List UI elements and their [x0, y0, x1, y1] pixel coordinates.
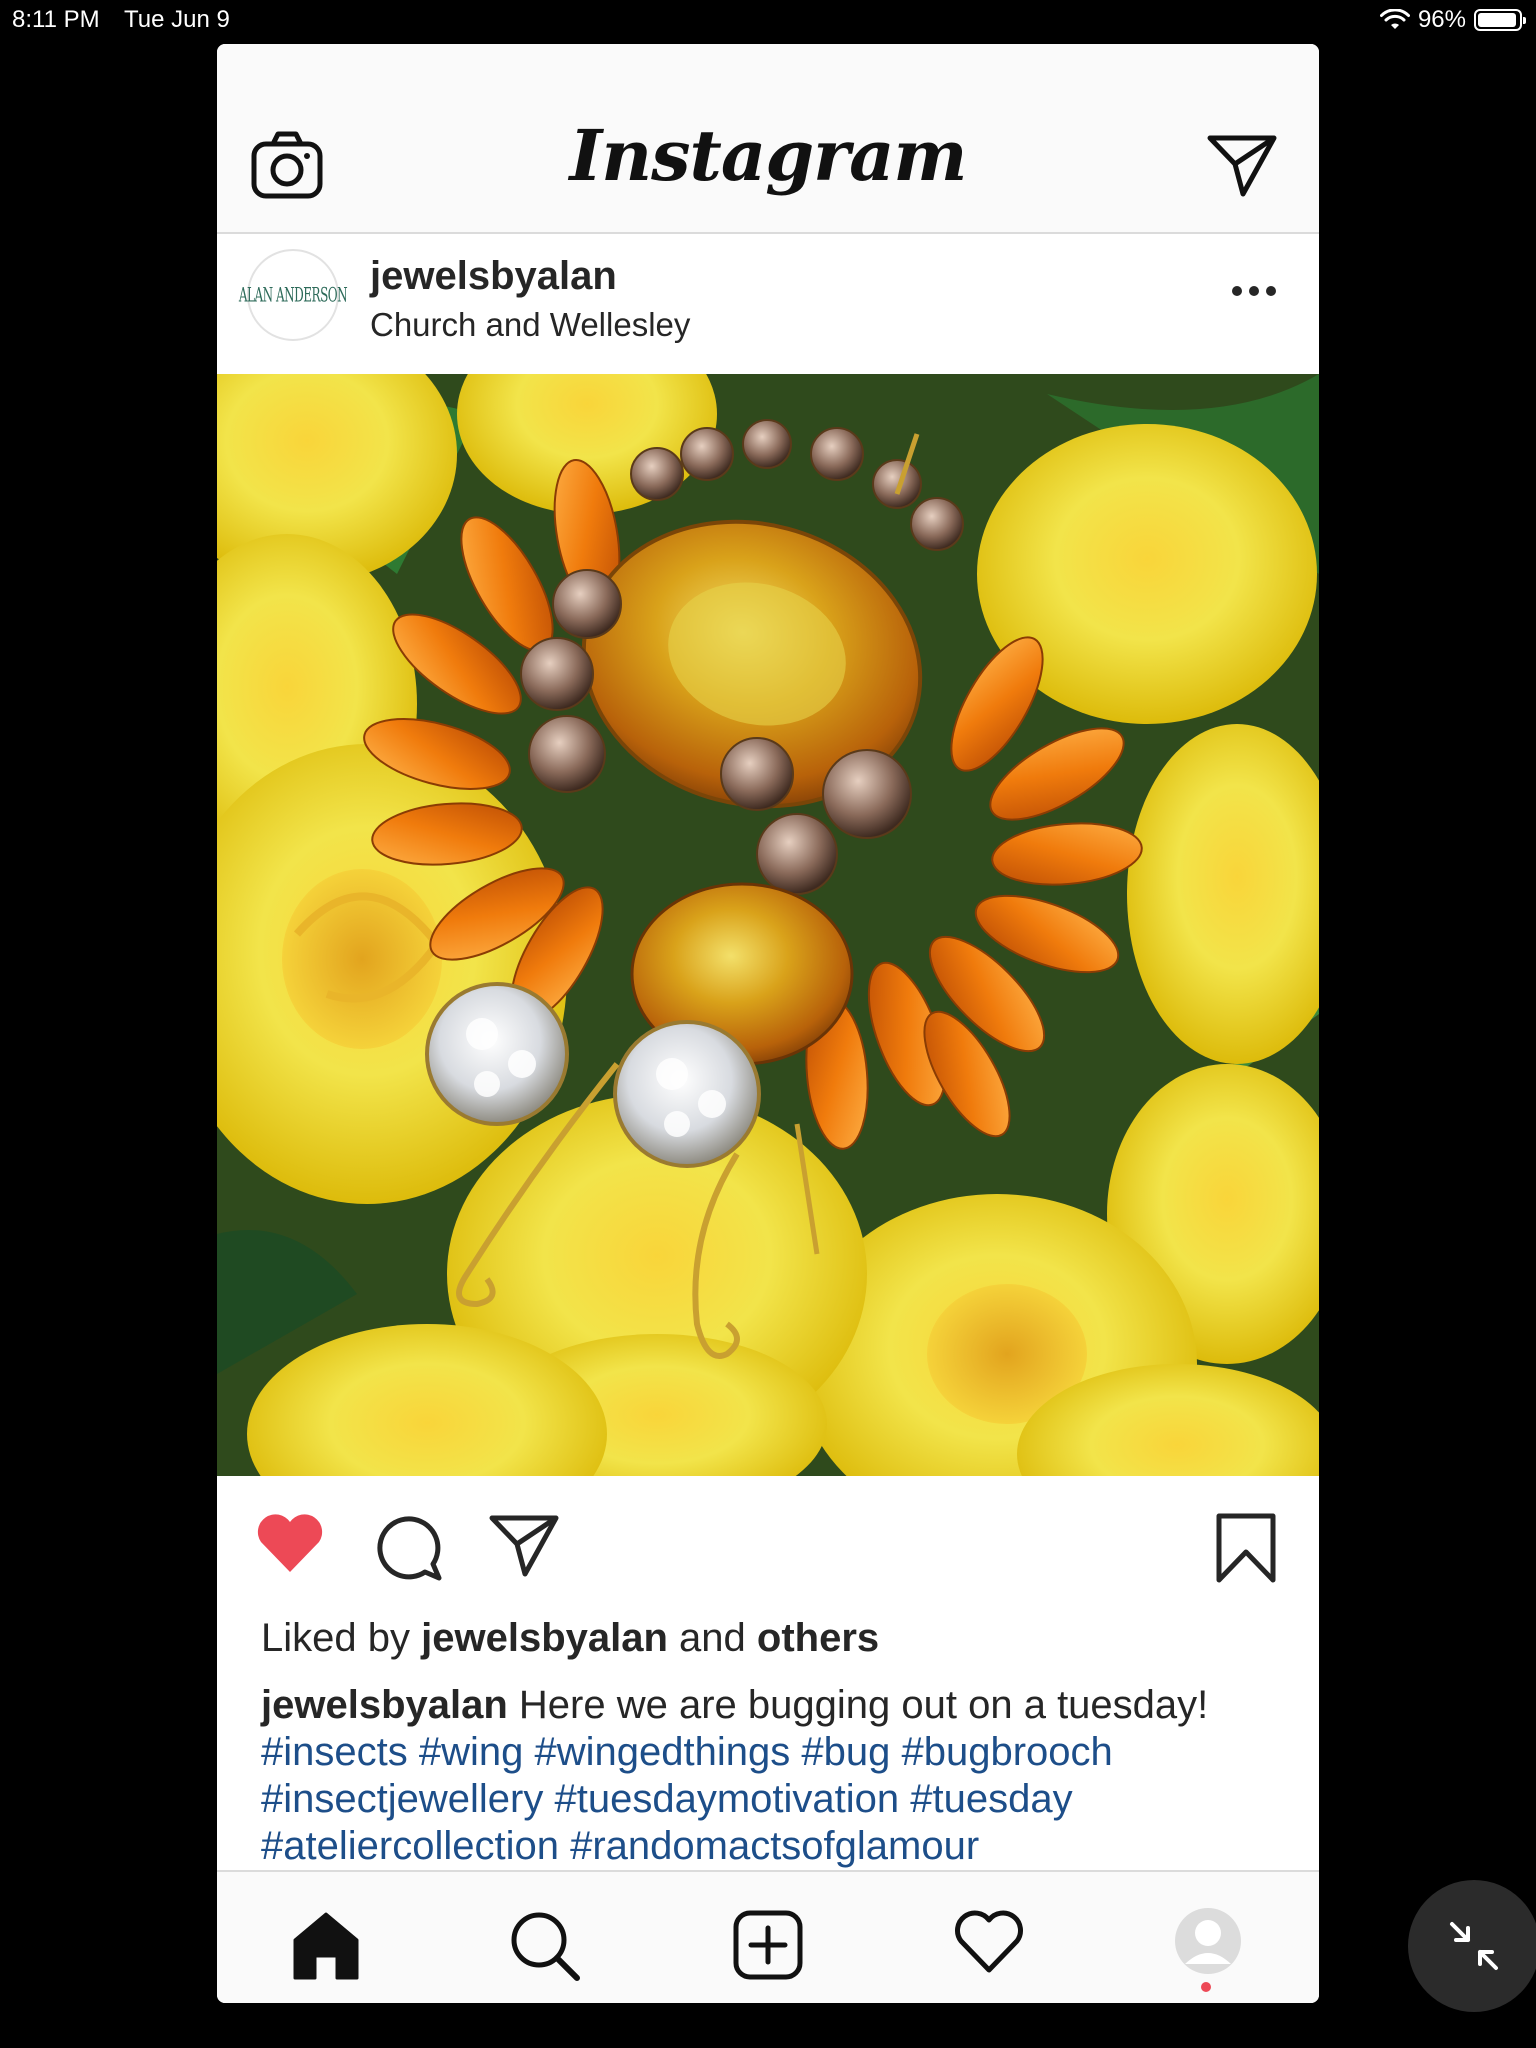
- status-time: 8:11 PM: [12, 6, 100, 33]
- hashtag[interactable]: #tuesday: [910, 1777, 1072, 1821]
- instagram-post-card: Instagram ALAN ANDERSON jewelsbyalan Chu…: [217, 44, 1319, 2003]
- post-actions: [217, 1476, 1319, 1606]
- profile-icon[interactable]: [1173, 1906, 1243, 1976]
- liked-by-and: and: [679, 1616, 746, 1660]
- battery-percent: 96%: [1417, 6, 1466, 33]
- post-username[interactable]: jewelsbyalan: [370, 254, 617, 299]
- hashtag[interactable]: #wingedthings: [535, 1730, 791, 1774]
- app-header: Instagram: [217, 44, 1319, 234]
- activity-heart-icon[interactable]: [953, 1910, 1025, 1974]
- status-right: 96%: [1379, 6, 1526, 34]
- home-icon[interactable]: [291, 1910, 361, 1980]
- hashtag[interactable]: #insects: [261, 1730, 408, 1774]
- hashtag[interactable]: #wing: [419, 1730, 524, 1774]
- post-location[interactable]: Church and Wellesley: [370, 306, 690, 344]
- minimize-icon: [1450, 1922, 1498, 1970]
- post-image[interactable]: [217, 374, 1319, 1476]
- avatar[interactable]: ALAN ANDERSON: [239, 249, 348, 341]
- avatar-logo-text: ALAN ANDERSON: [238, 283, 348, 307]
- hashtag[interactable]: #randomactsofglamour: [570, 1824, 979, 1868]
- brooch-photo: [217, 374, 1319, 1476]
- hashtag[interactable]: #insectjewellery: [261, 1777, 543, 1821]
- hashtag[interactable]: #bug: [801, 1730, 890, 1774]
- bottom-tab-bar: [217, 1870, 1319, 2003]
- search-icon[interactable]: [509, 1910, 581, 1982]
- hashtag[interactable]: #ateliercollection: [261, 1824, 559, 1868]
- status-bar: 8:11 PM Tue Jun 9 96%: [0, 0, 1536, 40]
- direct-message-icon[interactable]: [1207, 134, 1277, 198]
- comment-icon[interactable]: [375, 1514, 443, 1582]
- likes-line: Liked by jewelsbyalan and others: [261, 1616, 879, 1661]
- post-header: ALAN ANDERSON jewelsbyalan Church and We…: [217, 234, 1319, 374]
- new-post-icon[interactable]: [733, 1910, 803, 1980]
- liked-by-others[interactable]: others: [757, 1616, 879, 1660]
- caption-text: Here we are bugging out on a tuesday!: [518, 1683, 1209, 1727]
- hashtag[interactable]: #tuesdaymotivation: [554, 1777, 899, 1821]
- minimize-button[interactable]: [1408, 1880, 1536, 2012]
- instagram-logo: Instagram: [569, 114, 968, 197]
- heart-icon[interactable]: [255, 1512, 325, 1574]
- liked-by-prefix: Liked by: [261, 1616, 410, 1660]
- caption-username[interactable]: jewelsbyalan: [261, 1683, 508, 1727]
- more-options-icon[interactable]: [1231, 284, 1277, 298]
- post-caption: jewelsbyalan Here we are bugging out on …: [261, 1682, 1291, 1870]
- liked-by-user[interactable]: jewelsbyalan: [421, 1616, 668, 1660]
- status-date: Tue Jun 9: [124, 6, 230, 33]
- wifi-icon: [1379, 9, 1410, 29]
- share-icon[interactable]: [489, 1514, 559, 1578]
- bookmark-icon[interactable]: [1215, 1512, 1277, 1584]
- hashtag[interactable]: #bugbrooch: [902, 1730, 1113, 1774]
- battery-icon: [1474, 9, 1526, 31]
- notification-dot: [1201, 1982, 1211, 1992]
